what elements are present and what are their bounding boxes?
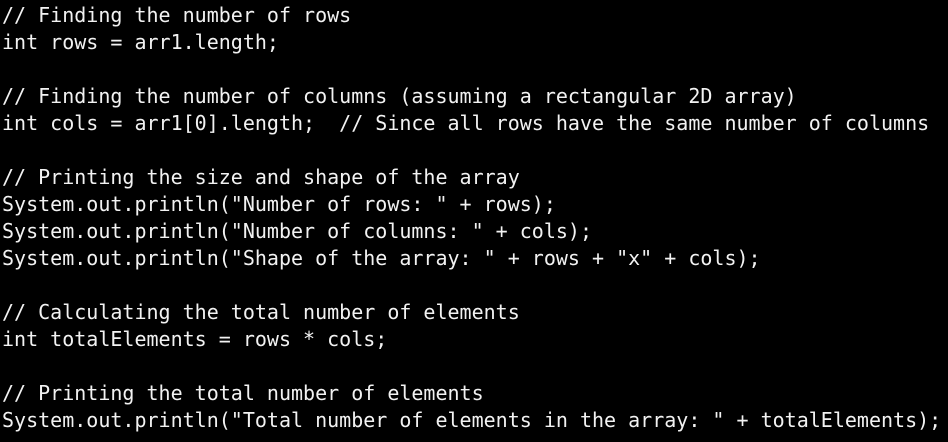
code-line: System.out.println("Number of columns: "…: [2, 219, 593, 243]
code-line: int rows = arr1.length;: [2, 30, 279, 54]
code-line: System.out.println("Number of rows: " + …: [2, 192, 556, 216]
code-line: int cols = arr1[0].length; // Since all …: [2, 111, 930, 135]
code-line: System.out.println("Total number of elem…: [2, 408, 942, 432]
comment-line: // Calculating the total number of eleme…: [2, 300, 520, 324]
comment-line: // Printing the size and shape of the ar…: [2, 165, 520, 189]
comment-line: // Finding the number of rows: [2, 3, 352, 27]
code-line: int totalElements = rows * cols;: [2, 327, 388, 351]
code-editor[interactable]: // Finding the number of rows int rows =…: [0, 0, 948, 442]
code-line: System.out.println("Shape of the array: …: [2, 246, 761, 270]
comment-line: // Printing the total number of elements: [2, 381, 484, 405]
comment-line: // Finding the number of columns (assumi…: [2, 84, 797, 108]
